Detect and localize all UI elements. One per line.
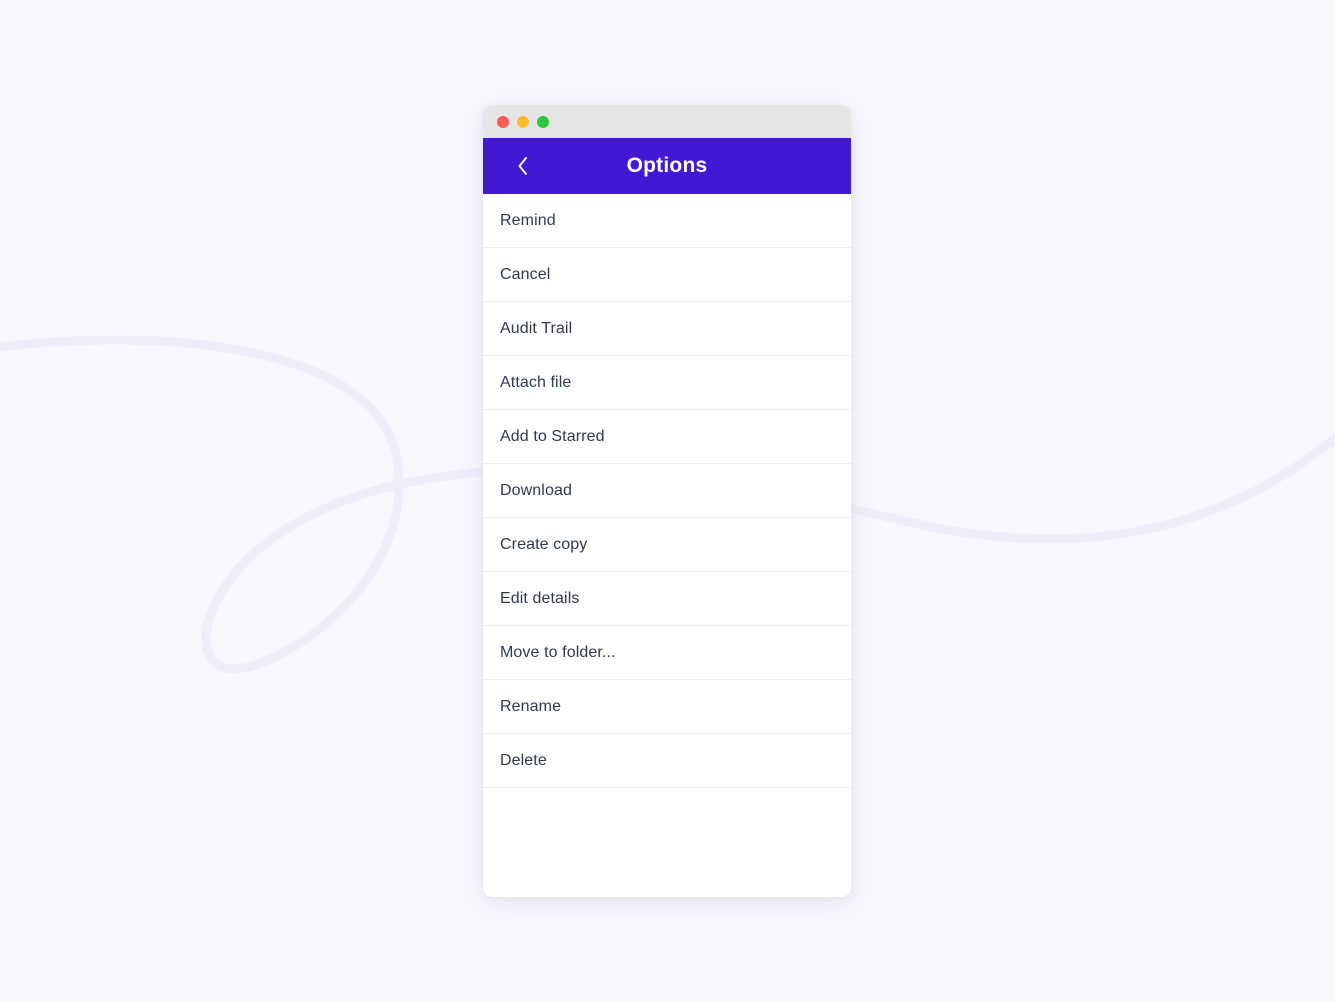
list-item-attach-file[interactable]: Attach file: [483, 356, 851, 410]
list-empty-area: [483, 788, 851, 897]
list-item-label: Remind: [500, 211, 556, 229]
list-item-label: Create copy: [500, 535, 588, 553]
list-item-label: Edit details: [500, 589, 580, 607]
list-item-label: Audit Trail: [500, 319, 573, 337]
list-item-label: Rename: [500, 697, 562, 715]
list-item-rename[interactable]: Rename: [483, 680, 851, 734]
list-item-label: Add to Starred: [500, 427, 605, 445]
list-item-audit-trail[interactable]: Audit Trail: [483, 302, 851, 356]
app-header: Options: [483, 138, 851, 194]
list-item-add-to-starred[interactable]: Add to Starred: [483, 410, 851, 464]
list-item-download[interactable]: Download: [483, 464, 851, 518]
minimize-window-icon[interactable]: [517, 115, 529, 128]
list-item-label: Delete: [500, 751, 547, 769]
list-item-label: Attach file: [500, 373, 572, 391]
close-window-icon[interactable]: [497, 115, 509, 128]
back-button[interactable]: [509, 152, 537, 180]
list-item-label: Cancel: [500, 265, 551, 283]
window-title-bar: [483, 105, 851, 138]
chevron-left-icon: [518, 157, 527, 175]
list-item-edit-details[interactable]: Edit details: [483, 572, 851, 626]
page-title: Options: [626, 154, 708, 177]
list-item-move-to-folder[interactable]: Move to folder...: [483, 626, 851, 680]
maximize-window-icon[interactable]: [537, 115, 549, 128]
list-item-label: Download: [500, 481, 572, 499]
list-item-remind[interactable]: Remind: [483, 194, 851, 248]
list-item-create-copy[interactable]: Create copy: [483, 518, 851, 572]
app-window: Options Remind Cancel Audit Trail Attach…: [483, 105, 851, 897]
list-item-cancel[interactable]: Cancel: [483, 248, 851, 302]
list-item-label: Move to folder...: [500, 643, 616, 661]
list-item-delete[interactable]: Delete: [483, 734, 851, 788]
options-list: Remind Cancel Audit Trail Attach file Ad…: [483, 194, 851, 897]
